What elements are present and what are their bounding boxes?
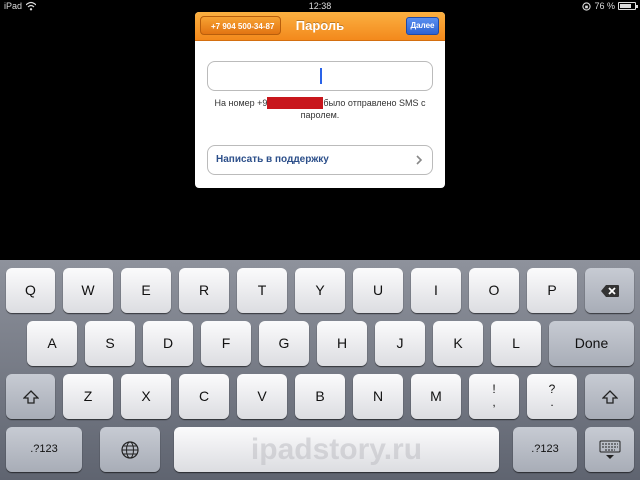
rotation-lock-icon bbox=[582, 1, 592, 11]
battery-percent: 76 % bbox=[594, 1, 615, 11]
chevron-right-icon bbox=[416, 155, 423, 165]
text-cursor bbox=[320, 68, 322, 84]
key-y[interactable]: Y bbox=[295, 268, 345, 313]
shift-key-right[interactable] bbox=[585, 374, 634, 419]
numbers-key-right[interactable]: .?123 bbox=[513, 427, 577, 472]
key-w[interactable]: W bbox=[63, 268, 113, 313]
key-a[interactable]: A bbox=[27, 321, 77, 366]
key-k[interactable]: K bbox=[433, 321, 483, 366]
keyboard: Q W E R T Y U I O P A S D F G H J K L Do… bbox=[0, 260, 640, 480]
key-z[interactable]: Z bbox=[63, 374, 113, 419]
key-j[interactable]: J bbox=[375, 321, 425, 366]
numbers-key-left[interactable]: .?123 bbox=[6, 427, 82, 472]
key-comma-label: , bbox=[492, 395, 496, 409]
key-r[interactable]: R bbox=[179, 268, 229, 313]
key-g[interactable]: G bbox=[259, 321, 309, 366]
next-button[interactable]: Далее bbox=[406, 17, 439, 35]
dialog-navbar: +7 904 500-34-87 Пароль Далее bbox=[195, 12, 445, 41]
status-time: 12:38 bbox=[308, 1, 332, 11]
key-l[interactable]: L bbox=[491, 321, 541, 366]
globe-icon bbox=[121, 440, 139, 459]
key-m[interactable]: M bbox=[411, 374, 461, 419]
key-b[interactable]: B bbox=[295, 374, 345, 419]
key-period-label: . bbox=[550, 395, 554, 409]
key-e[interactable]: E bbox=[121, 268, 171, 313]
key-o[interactable]: O bbox=[469, 268, 519, 313]
key-d[interactable]: D bbox=[143, 321, 193, 366]
sms-info-prefix: На номер +9 bbox=[214, 98, 268, 108]
done-key[interactable]: Done bbox=[549, 321, 634, 366]
backspace-key[interactable] bbox=[585, 268, 634, 313]
backspace-icon bbox=[600, 284, 619, 297]
password-dialog: +7 904 500-34-87 Пароль Далее На номер +… bbox=[195, 12, 445, 188]
key-q[interactable]: Q bbox=[6, 268, 55, 313]
key-t[interactable]: T bbox=[237, 268, 287, 313]
redacted-number bbox=[267, 97, 324, 109]
key-u[interactable]: U bbox=[353, 268, 403, 313]
support-button[interactable]: Написать в поддержку bbox=[207, 145, 433, 175]
key-exclamation-comma[interactable]: ! , bbox=[469, 374, 519, 419]
password-input[interactable] bbox=[207, 61, 433, 91]
hide-keyboard-icon bbox=[599, 440, 620, 459]
key-c[interactable]: C bbox=[179, 374, 229, 419]
key-s[interactable]: S bbox=[85, 321, 135, 366]
shift-key-left[interactable] bbox=[6, 374, 55, 419]
key-f[interactable]: F bbox=[201, 321, 251, 366]
key-question-period[interactable]: ? . bbox=[527, 374, 577, 419]
shift-icon bbox=[601, 389, 618, 404]
globe-key[interactable] bbox=[100, 427, 160, 472]
watermark: ipadstory.ru bbox=[250, 433, 423, 466]
support-label: Написать в поддержку bbox=[216, 154, 329, 165]
key-i[interactable]: I bbox=[411, 268, 461, 313]
battery-icon bbox=[618, 2, 638, 10]
sms-info-text: На номер +9 было отправлено SMS с паролем… bbox=[203, 97, 437, 121]
key-n[interactable]: N bbox=[353, 374, 403, 419]
shift-icon bbox=[22, 389, 39, 404]
key-p[interactable]: P bbox=[527, 268, 577, 313]
key-x[interactable]: X bbox=[121, 374, 171, 419]
space-key[interactable]: ipadstory.ru bbox=[174, 427, 499, 472]
key-h[interactable]: H bbox=[317, 321, 367, 366]
key-v[interactable]: V bbox=[237, 374, 287, 419]
hide-keyboard-key[interactable] bbox=[585, 427, 634, 472]
status-bar: iPad 12:38 76 % bbox=[0, 0, 640, 12]
